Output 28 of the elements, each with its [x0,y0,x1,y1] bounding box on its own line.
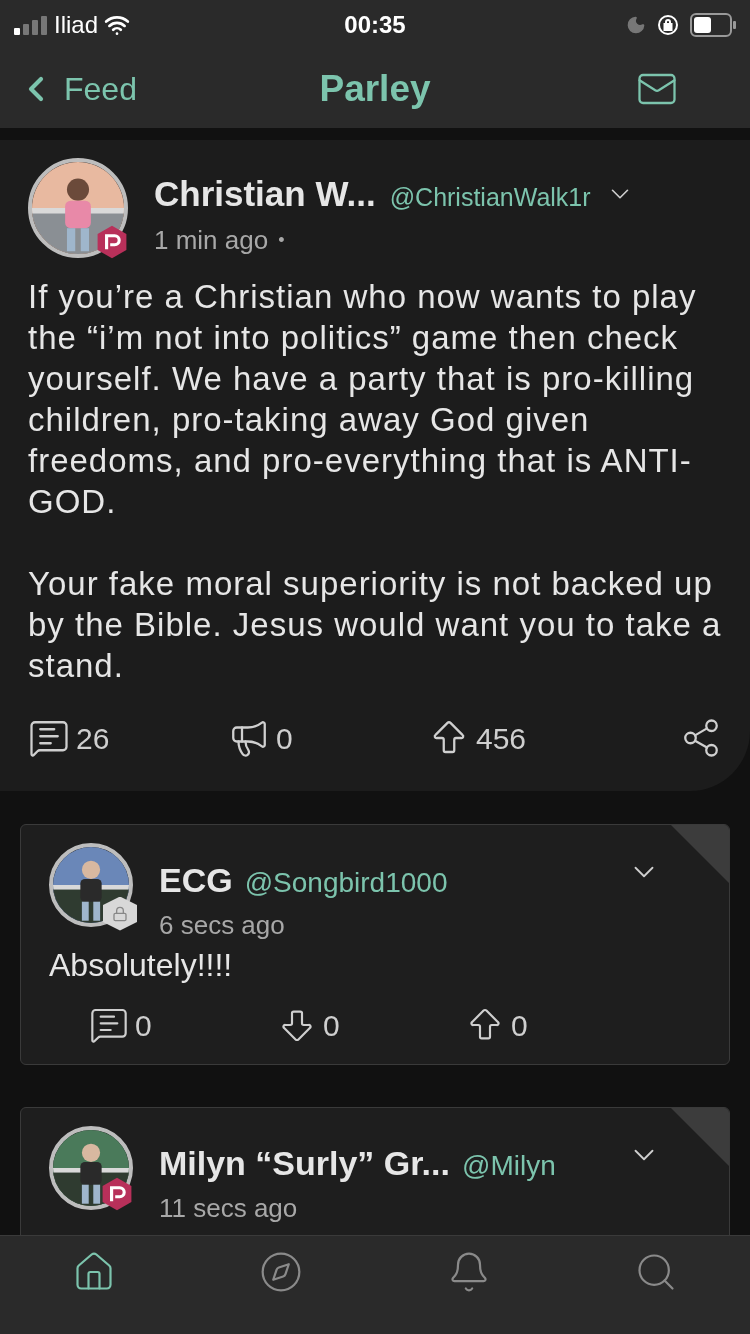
moon-icon [626,15,646,35]
app-title: Parley [318,67,432,112]
stat-count: 0 [135,1007,152,1044]
stat-count: 0 [323,1007,340,1044]
post-text: If you’re a Christian who now wants to play the “i’m not into politics” game then check yourself. We have a party that is pro-killing children, pro-taking away God given freedoms, and pro-everything that is ANTI-GOD. [28,276,698,522]
post-text: Your fake moral superiority is not backed up by the Bible. Jesus would want you to take a stand. [28,563,722,686]
comment-time: 6 secs ago [159,908,286,942]
author-handle[interactable]: @Songbird1000 [244,861,448,904]
separator-dot: • [278,228,285,252]
back-button[interactable]: Feed [16,65,236,113]
battery-icon [690,13,736,37]
stat-count: 0 [276,720,293,757]
post-time: 1 min ago [154,223,269,257]
author-name[interactable]: Milyn “Surly” Gr... [159,1137,450,1189]
author-handle[interactable]: @Milyn [461,1144,556,1187]
stat-count: 456 [476,720,527,757]
comment-time: 11 secs ago [159,1191,299,1225]
clock: 00:35 [343,10,407,40]
stat-count: 0 [511,1007,528,1044]
signal-icon [14,15,48,35]
author-name[interactable]: Christian W... [154,168,376,221]
rotation-lock-icon [656,13,680,37]
author-name[interactable]: ECG [159,854,233,906]
author-handle[interactable]: @ChristianWalk1r [389,179,591,217]
comment-text: Absolutely!!!! [49,945,234,985]
lock-badge-icon [103,896,137,931]
carrier-name: Iliad [54,10,99,40]
stat-count: 26 [76,720,110,757]
